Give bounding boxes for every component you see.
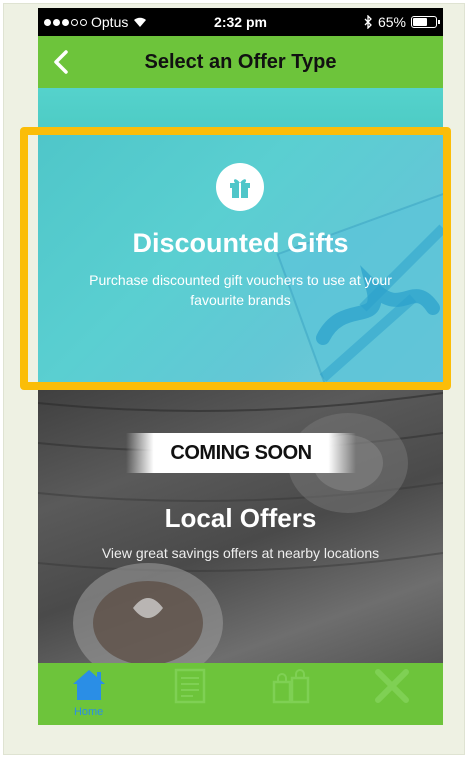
battery-icon [411, 16, 440, 28]
offer-description: View great savings offers at nearby loca… [101, 545, 380, 561]
top-strip [38, 88, 443, 133]
gift-icon [230, 179, 250, 198]
bags-icon [272, 669, 310, 704]
local-offers-card[interactable]: COMING SOON Local Offers View great savi… [38, 383, 443, 663]
close-icon [375, 669, 410, 703]
battery-percent: 65% [377, 14, 406, 30]
page-title: Select an Offer Type [144, 51, 337, 73]
tab-shopping[interactable] [241, 663, 342, 725]
offer-title: Discounted Gifts [132, 228, 349, 258]
offer-description: Purchase discounted gift vouchers to use… [89, 272, 392, 308]
tab-bar: Home [38, 663, 443, 725]
bluetooth-icon [364, 15, 372, 29]
tab-close[interactable] [342, 663, 443, 725]
offer-list: Discounted Gifts Purchase discounted gif… [38, 88, 443, 663]
phone-screen: Optus 2:32 pm 65% Select an Offer Type D… [38, 8, 443, 725]
navigation-bar: Select an Offer Type [38, 36, 443, 88]
status-bar: Optus 2:32 pm 65% [38, 8, 443, 36]
gift-icon-badge [216, 163, 264, 211]
offer-title: Local Offers [164, 503, 317, 533]
discounted-gifts-card[interactable]: Discounted Gifts Purchase discounted gif… [38, 133, 443, 383]
tab-label: Home [73, 706, 104, 718]
document-icon [174, 668, 206, 704]
coming-soon-badge: COMING SOON [126, 433, 356, 473]
tab-vouchers[interactable] [139, 663, 240, 725]
tab-home[interactable]: Home [38, 663, 139, 725]
home-icon [72, 670, 105, 700]
